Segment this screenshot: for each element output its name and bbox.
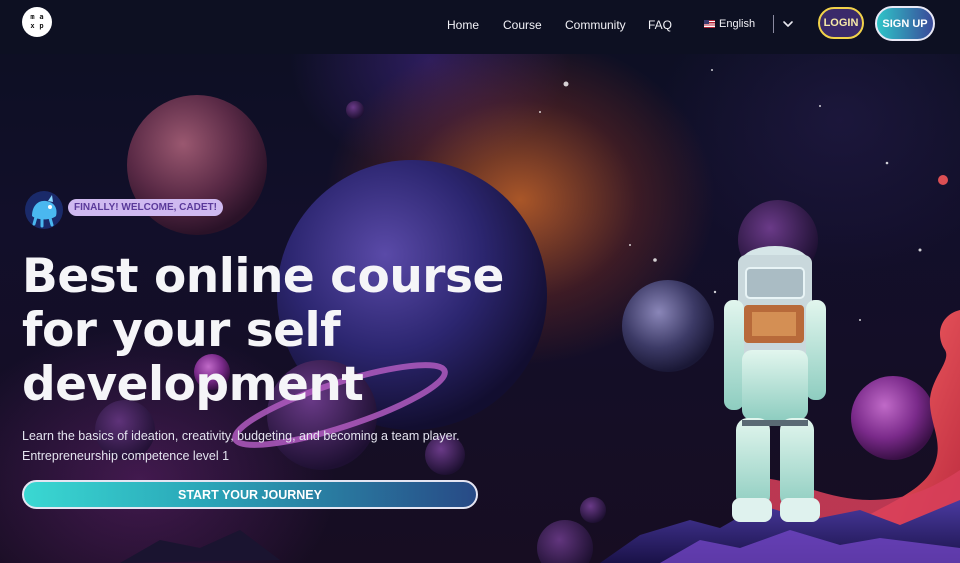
headline-line: development [22, 357, 364, 412]
hero-description: Learn the basics of ideation, creativity… [22, 426, 460, 466]
headline-line: Best online course [22, 249, 504, 304]
cadet-mascot-icon [25, 191, 63, 229]
language-label: English [719, 18, 756, 30]
description-line: Entrepreneurship competence level 1 [22, 449, 230, 463]
nav-divider [773, 15, 774, 33]
chevron-down-icon[interactable] [780, 16, 796, 32]
nav-link-community[interactable]: Community [565, 18, 626, 32]
signup-button[interactable]: SIGN UP [875, 6, 935, 41]
nav-link-course[interactable]: Course [503, 18, 542, 32]
headline-line: for your self [22, 303, 341, 358]
hero-headline: Best online course for your self develop… [22, 250, 504, 412]
nav-link-home[interactable]: Home [447, 18, 479, 32]
us-flag-icon [704, 20, 715, 28]
logo-letter: p [39, 22, 44, 30]
logo-letter: x [30, 22, 35, 30]
welcome-badge: FINALLY! WELCOME, CADET! [68, 199, 223, 216]
maxp-logo[interactable]: m a x p [22, 7, 52, 37]
language-selector[interactable]: English [704, 18, 755, 30]
logo-letter: a [39, 13, 44, 21]
start-journey-button[interactable]: START YOUR JOURNEY [22, 480, 478, 509]
top-navigation-bar: m a x p Home Course Community FAQ Englis… [0, 0, 960, 54]
nav-link-faq[interactable]: FAQ [648, 18, 672, 32]
logo-letter: m [30, 13, 35, 21]
login-button[interactable]: LOGIN [818, 7, 864, 39]
description-line: Learn the basics of ideation, creativity… [22, 429, 460, 443]
